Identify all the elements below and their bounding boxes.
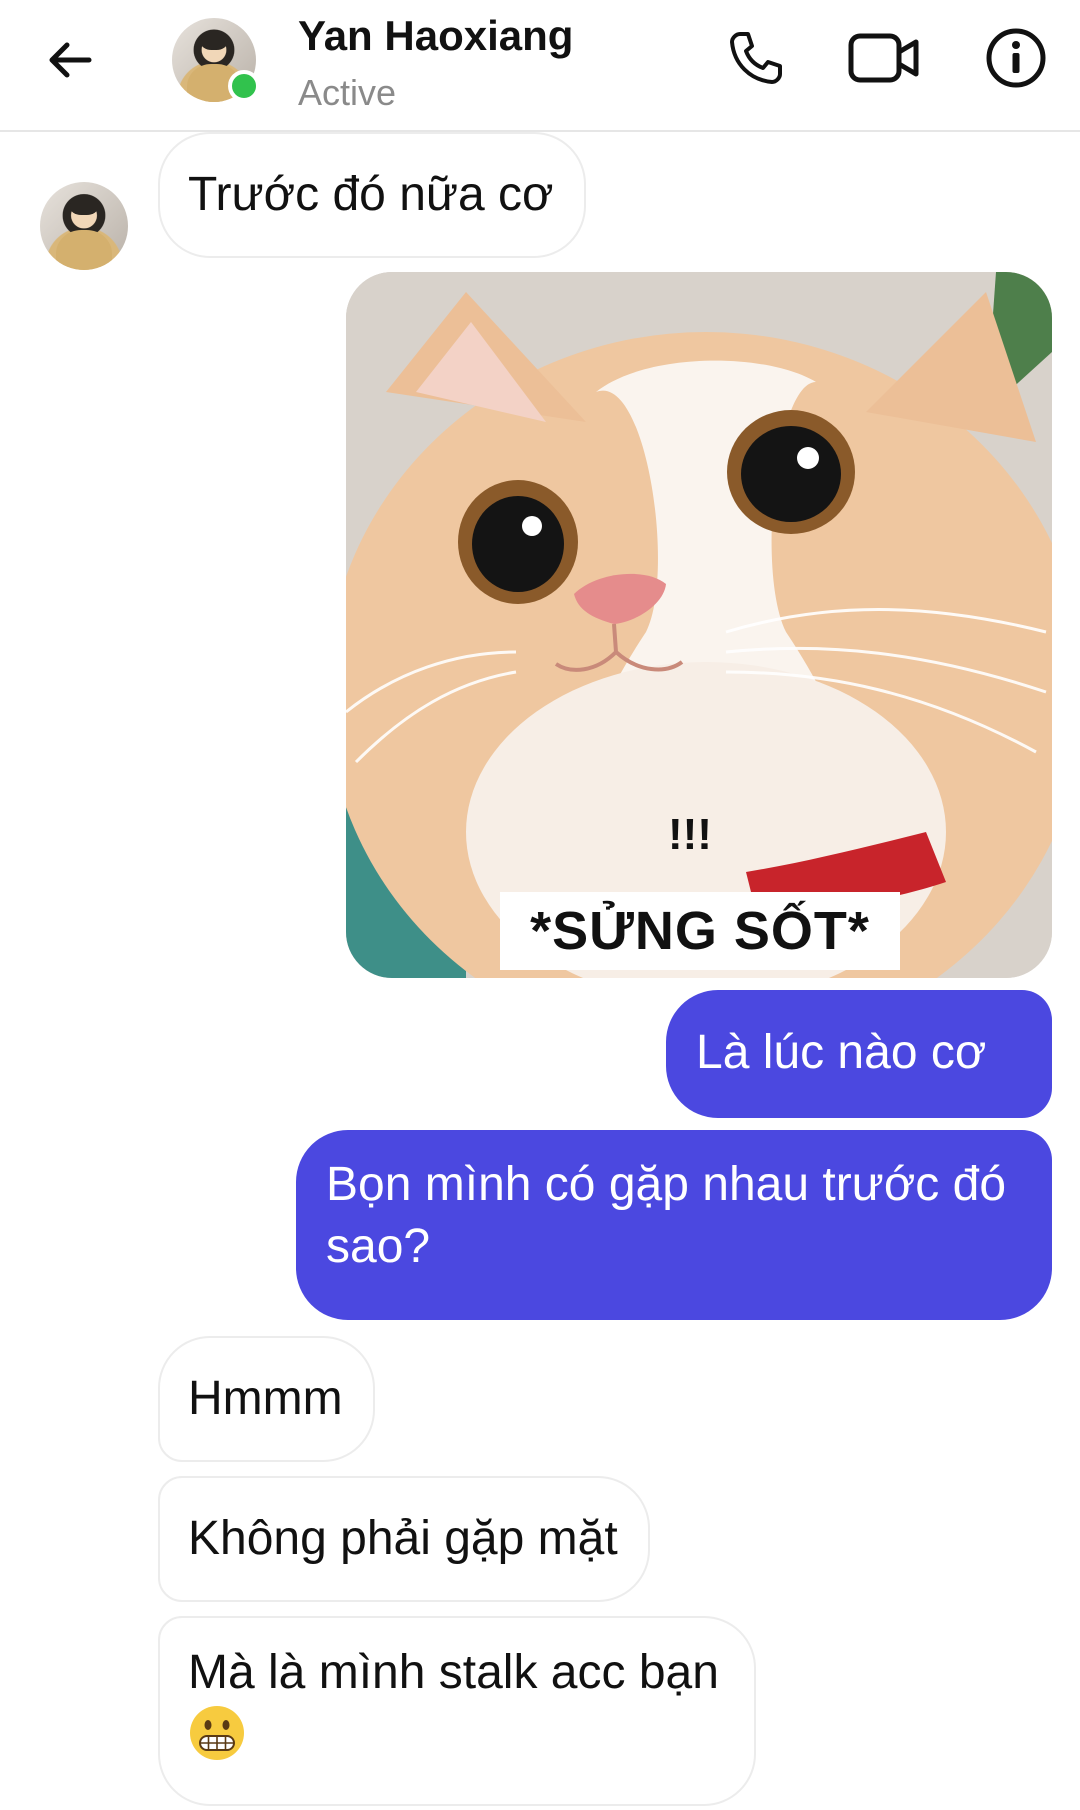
message-text: Bọn mình có gặp nhau trước đó sao? (326, 1158, 1007, 1273)
cat-sticker[interactable]: !!! *SỬNG SỐT* (346, 272, 1052, 978)
surprised-cat-image (346, 272, 1052, 978)
sticker-caption: *SỬNG SỐT* (500, 892, 900, 970)
message-avatar[interactable] (40, 182, 128, 270)
contact-status: Active (298, 72, 397, 113)
sticker-exclaim: !!! (668, 810, 712, 859)
online-status-dot (228, 70, 260, 102)
chat-header: Yan Haoxiang Active (0, 0, 1080, 132)
message-text: Hmmm (188, 1372, 343, 1425)
contact-name[interactable]: Yan Haoxiang (298, 12, 573, 60)
message-text: Trước đó nữa cơ (188, 168, 554, 221)
phone-icon (730, 32, 782, 84)
message-text: Không phải gặp mặt (188, 1512, 618, 1565)
incoming-message[interactable]: Hmmm (158, 1336, 375, 1462)
outgoing-message[interactable]: Bọn mình có gặp nhau trước đó sao? (296, 1130, 1052, 1320)
video-call-button[interactable] (848, 22, 920, 94)
back-button[interactable] (38, 28, 102, 92)
outgoing-message[interactable]: Là lúc nào cơ (666, 990, 1052, 1118)
back-arrow-icon (49, 42, 92, 78)
voice-call-button[interactable] (720, 22, 792, 94)
conversation-info-button[interactable] (980, 22, 1052, 94)
incoming-message[interactable]: Không phải gặp mặt (158, 1476, 650, 1602)
info-icon (986, 28, 1046, 88)
incoming-message[interactable]: Mà là mình stalk acc bạn (158, 1616, 756, 1806)
grimacing-face-emoji-icon (190, 1706, 244, 1760)
message-text: Mà là mình stalk acc bạn (188, 1646, 719, 1699)
incoming-message[interactable]: Trước đó nữa cơ (158, 132, 586, 258)
message-text: Là lúc nào cơ (696, 1026, 987, 1079)
video-camera-icon (848, 33, 919, 83)
